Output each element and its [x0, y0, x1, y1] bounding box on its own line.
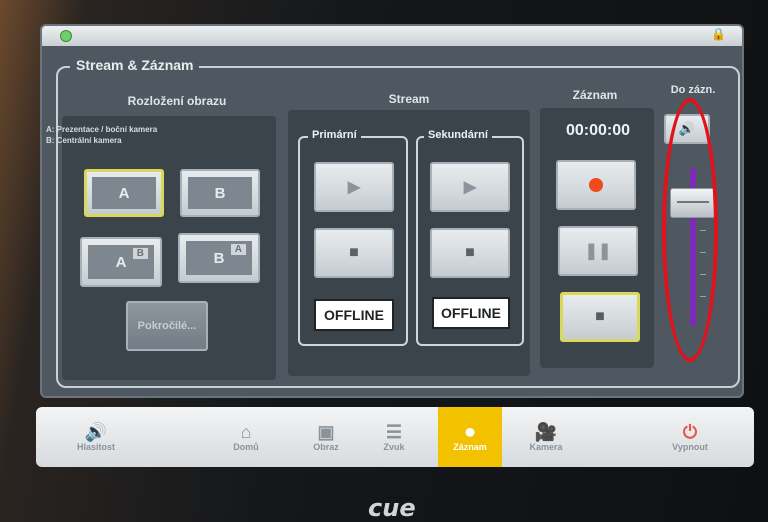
lock-icon[interactable]: 🔒 [711, 27, 726, 41]
stop-icon: ■ [349, 244, 359, 261]
stop-icon: ■ [465, 244, 475, 261]
primary-label: Primární [308, 129, 361, 141]
tab-label: Obraz [313, 442, 339, 452]
legend-b: B: Centrální kamera [46, 136, 122, 145]
tab-hlasitost[interactable]: 🔊 Hlasitost [56, 407, 136, 467]
tab-zvuk[interactable]: ☰ Zvuk [358, 407, 430, 467]
tab-label: Záznam [453, 442, 487, 452]
layout-ab-inset-label: B [132, 248, 148, 259]
layout-title: Rozložení obrazu [127, 94, 227, 108]
monitor-icon: ▣ [317, 422, 335, 442]
secondary-label: Sekundární [424, 129, 492, 141]
layout-ab-main-label: A [115, 253, 127, 271]
volume-title: Do zázn. [670, 84, 716, 96]
top-status-bar: 🔒 [42, 26, 742, 46]
stream-title: Stream [388, 92, 430, 106]
layout-b-label: B [188, 177, 252, 209]
bottom-tab-bar: 🔊 Hlasitost ⌂ Domů ▣ Obraz ☰ Zvuk ⏺ Zázn… [36, 407, 754, 467]
tab-label: Kamera [529, 442, 563, 452]
primary-stop-button[interactable]: ■ [314, 228, 394, 278]
tab-label: Vypnout [672, 442, 708, 452]
camera-icon: 🎥 [534, 422, 558, 442]
legend-a: A: Prezentace / boční kamera [46, 125, 158, 134]
tape-icon: ⏺ [465, 422, 475, 442]
secondary-play-button[interactable]: ▶ [430, 162, 510, 212]
tab-obraz[interactable]: ▣ Obraz [288, 407, 364, 467]
tab-zaznam[interactable]: ⏺ Záznam [438, 407, 502, 467]
status-led-icon [60, 30, 72, 42]
secondary-status-badge: OFFLINE [432, 297, 510, 329]
tab-kamera[interactable]: 🎥 Kamera [506, 407, 586, 467]
advanced-button[interactable]: Pokročilé... [126, 301, 208, 351]
record-timer: 00:00:00 [565, 122, 631, 139]
record-start-button[interactable] [556, 160, 636, 210]
tab-domu[interactable]: ⌂ Domů [208, 407, 284, 467]
play-icon: ▶ [463, 179, 477, 196]
record-title: Záznam [572, 88, 618, 102]
layout-a-label: A [92, 177, 156, 209]
brand-logo: cue [368, 494, 416, 522]
play-icon: ▶ [347, 179, 361, 196]
primary-play-button[interactable]: ▶ [314, 162, 394, 212]
layout-a-button[interactable]: A [84, 169, 164, 217]
layout-b-with-a-button[interactable]: B A [178, 233, 260, 283]
mixer-icon: ☰ [385, 422, 403, 442]
red-annotation-ellipse [662, 98, 718, 362]
power-icon: ⏻ [682, 422, 698, 442]
layout-legend: A: Prezentace / boční kamera B: Centráln… [46, 124, 157, 146]
tab-vypnout[interactable]: ⏻ Vypnout [650, 407, 730, 467]
record-stop-button[interactable]: ■ [560, 292, 640, 342]
record-pause-button[interactable]: ❚❚ [558, 226, 638, 276]
tab-label: Domů [233, 442, 259, 452]
record-dot-icon [589, 178, 603, 192]
layout-a-with-b-button[interactable]: A B [80, 237, 162, 287]
layout-b-button[interactable]: B [180, 169, 260, 217]
pause-icon: ❚❚ [584, 243, 612, 260]
layout-ba-inset-label: A [230, 244, 246, 255]
layout-ba-main-label: B [213, 249, 225, 267]
tab-label: Zvuk [383, 442, 405, 452]
speaker-icon: 🔊 [84, 422, 108, 442]
home-icon: ⌂ [240, 422, 252, 442]
primary-status-badge: OFFLINE [314, 299, 394, 331]
stop-icon: ■ [595, 308, 605, 325]
secondary-stop-button[interactable]: ■ [430, 228, 510, 278]
group-title: Stream & Záznam [70, 57, 200, 73]
tab-label: Hlasitost [76, 442, 115, 452]
